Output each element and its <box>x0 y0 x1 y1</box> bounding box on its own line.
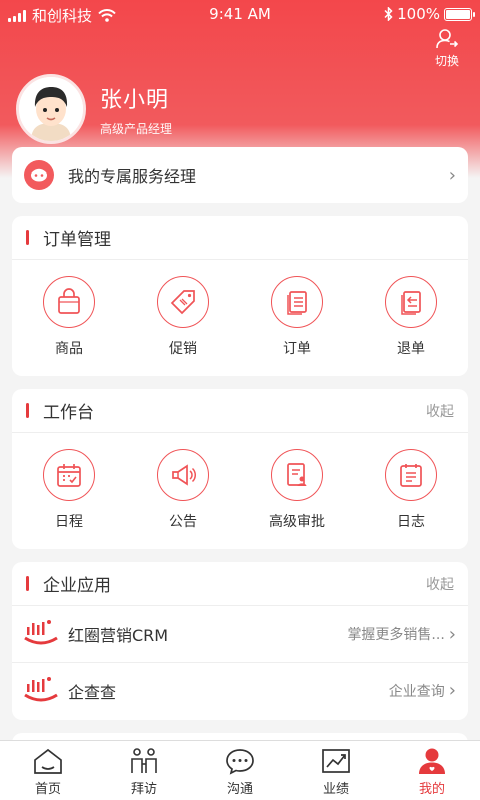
grid-item-log[interactable]: 日志 <box>354 449 468 531</box>
user-name: 张小明 <box>100 87 170 113</box>
section-title: 企业应用 <box>43 576 111 596</box>
collapse-button[interactable]: 收起 <box>426 401 454 421</box>
order-list-icon <box>271 276 323 328</box>
grid-item-announcement[interactable]: 公告 <box>126 449 240 531</box>
section-header: 订单管理 <box>12 216 468 260</box>
grid-label: 日程 <box>55 514 83 530</box>
grid-item-return-order[interactable]: 退单 <box>354 276 468 358</box>
grid-item-goods[interactable]: 商品 <box>12 276 126 358</box>
section-marker <box>26 576 29 591</box>
app-name: 红圈营销CRM <box>68 626 169 645</box>
shopping-bag-icon <box>43 276 95 328</box>
enterprise-apps-card: 企业应用 收起 红圈营销CRM 掌握更多销售... › 企查查 企业查询 › <box>12 562 468 720</box>
megaphone-icon <box>157 449 209 501</box>
app-row-crm[interactable]: 红圈营销CRM 掌握更多销售... › <box>12 606 468 662</box>
collapse-button[interactable]: 收起 <box>426 574 454 594</box>
switch-label: 切换 <box>434 54 459 68</box>
user-title: 高级产品经理 <box>100 121 173 136</box>
section-header: 工作台 收起 <box>12 389 468 433</box>
grid-item-promotion[interactable]: 促销 <box>126 276 240 358</box>
chevron-right-icon: › <box>448 164 456 186</box>
grid-label: 订单 <box>283 341 311 357</box>
profile: 张小明 高级产品经理 <box>16 74 172 144</box>
grid-label: 公告 <box>169 514 197 530</box>
workbench-card: 工作台 收起 日程 公告 高级审批 日志 <box>12 389 468 549</box>
chevron-right-icon: › <box>448 680 456 701</box>
battery-label: 100% <box>397 5 440 23</box>
battery-icon <box>444 7 475 21</box>
user-icon <box>419 748 445 774</box>
order-management-card: 订单管理 商品 促销 订单 退单 <box>12 216 468 376</box>
switch-button[interactable]: 切换 <box>432 28 462 69</box>
home-icon <box>34 748 62 774</box>
grid-label: 高级审批 <box>269 514 325 530</box>
tab-performance[interactable]: 业绩 <box>288 741 384 800</box>
approval-icon <box>271 449 323 501</box>
app-name: 企查查 <box>68 682 117 702</box>
grid-item-schedule[interactable]: 日程 <box>12 449 126 531</box>
tab-bar: 首页 拜访 沟通 业绩 我的 <box>0 740 480 800</box>
return-order-icon <box>385 276 437 328</box>
app-description: 企业查询 <box>388 683 445 700</box>
log-icon <box>385 449 437 501</box>
tab-chat[interactable]: 沟通 <box>192 741 288 800</box>
bluetooth-icon <box>384 7 393 21</box>
grid-label: 退单 <box>397 341 425 357</box>
service-manager-icon <box>24 160 54 190</box>
tab-mine[interactable]: 我的 <box>384 741 480 800</box>
app-logo-icon <box>24 676 58 701</box>
tab-label: 业绩 <box>322 782 349 797</box>
service-manager-label: 我的专属服务经理 <box>68 167 197 186</box>
tab-label: 沟通 <box>226 782 253 797</box>
app-description: 掌握更多销售... <box>347 627 445 643</box>
section-marker <box>26 403 29 418</box>
switch-user-icon <box>436 29 459 49</box>
tab-label: 首页 <box>34 782 61 797</box>
tab-label: 我的 <box>418 782 445 797</box>
tab-visit[interactable]: 拜访 <box>96 741 192 800</box>
avatar[interactable] <box>16 74 86 144</box>
app-logo-icon <box>24 620 58 645</box>
price-tag-icon <box>157 276 209 328</box>
service-manager-card[interactable]: 我的专属服务经理 › <box>12 147 468 203</box>
chat-icon <box>226 749 254 775</box>
calendar-icon <box>43 449 95 501</box>
app-row-qichacha[interactable]: 企查查 企业查询 › <box>12 662 468 718</box>
grid-label: 商品 <box>55 341 83 357</box>
status-bar: 和创科技 9:41 AM 100% <box>0 0 480 28</box>
visit-icon <box>131 748 157 773</box>
tab-label: 拜访 <box>130 782 157 797</box>
section-marker <box>26 230 29 245</box>
tab-home[interactable]: 首页 <box>0 741 96 800</box>
grid-item-advanced-approval[interactable]: 高级审批 <box>240 449 354 531</box>
chevron-right-icon: › <box>448 623 456 645</box>
chart-icon <box>322 749 350 773</box>
grid-label: 日志 <box>397 514 425 530</box>
section-title: 订单管理 <box>43 230 111 250</box>
grid-item-orders[interactable]: 订单 <box>240 276 354 358</box>
grid-label: 促销 <box>169 341 197 357</box>
section-header: 企业应用 收起 <box>12 562 468 606</box>
section-title: 工作台 <box>43 403 94 423</box>
